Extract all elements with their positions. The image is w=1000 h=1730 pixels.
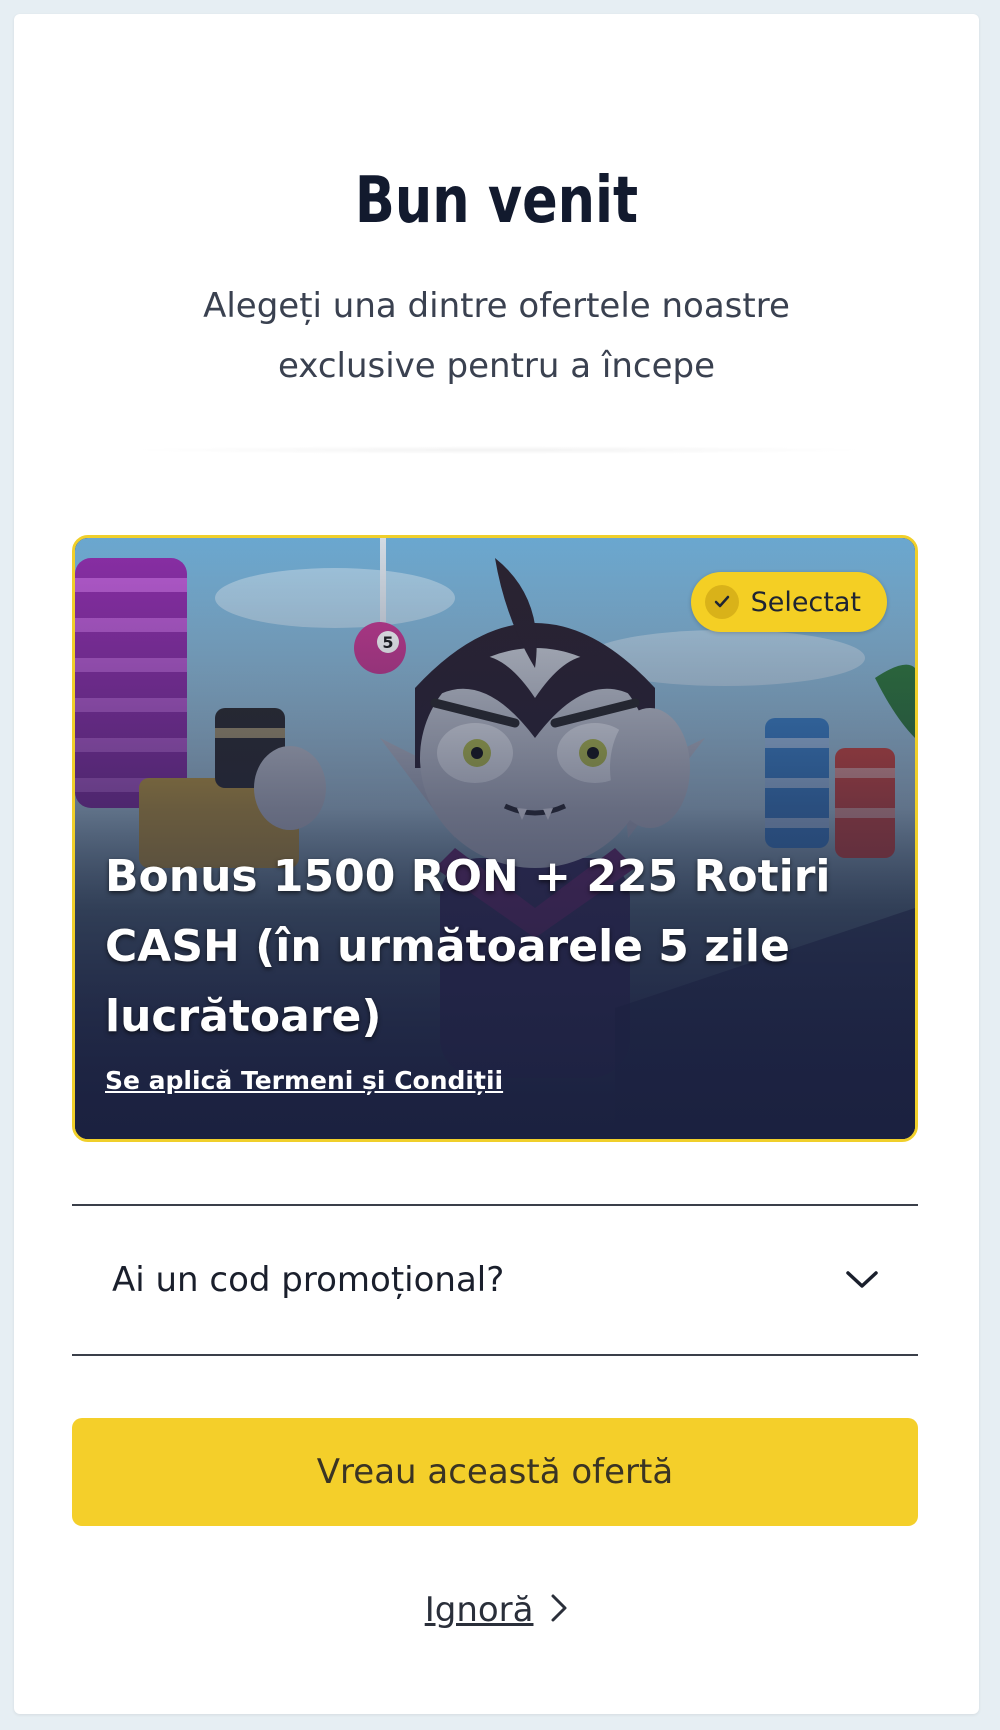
offer-title-line-2: CASH (în următoarele 5 zile [105,921,790,972]
selected-badge: Selectat [690,572,887,632]
page-subtitle: Alegeți una dintre ofertele noastre excl… [164,276,829,396]
skip-label: Ignoră [424,1590,534,1630]
subtitle-line-1: Alegeți una dintre ofertele noastre [203,286,790,326]
claim-offer-button[interactable]: Vreau această ofertă [72,1418,918,1526]
promo-code-label: Ai un cod promoțional? [112,1260,505,1300]
check-icon [704,585,739,619]
chevron-down-icon [842,1260,882,1300]
promo-code-toggle[interactable]: Ai un cod promoțional? [72,1204,918,1356]
welcome-modal: Bun venit Alegeți una dintre ofertele no… [14,14,979,1714]
skip-link[interactable]: Ignoră [14,1590,979,1632]
subtitle-line-2: exclusive pentru a începe [277,346,715,386]
offer-title: Bonus 1500 RON + 225 Rotiri CASH (în urm… [105,842,855,1052]
selected-label: Selectat [750,586,861,618]
offer-card[interactable]: 5 [72,535,918,1142]
terms-link[interactable]: Se aplică Termeni și Condiții [105,1066,503,1095]
chevron-right-icon [550,1592,568,1632]
offer-title-line-3: lucrătoare) [105,991,382,1042]
page-title: Bun venit [354,164,639,238]
offer-title-line-1: Bonus 1500 RON + 225 Rotiri [105,851,831,902]
header-divider [134,446,864,454]
